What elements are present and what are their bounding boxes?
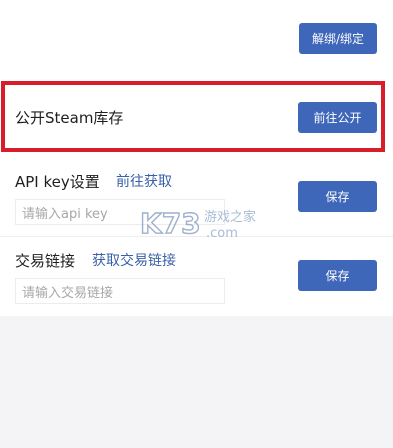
unbind-bind-button[interactable]: 解绑/绑定 xyxy=(299,23,377,54)
trade-link-label: 交易链接 xyxy=(15,252,76,270)
highlight-box xyxy=(1,81,385,152)
k73-watermark-logo: K73 游戏之家 .com xyxy=(140,206,256,241)
get-api-key-link[interactable]: 前往获取 xyxy=(116,171,172,191)
save-api-key-button[interactable]: 保存 xyxy=(298,181,377,212)
save-trade-link-button[interactable]: 保存 xyxy=(298,260,377,291)
watermark-site-text: 游戏之家 xyxy=(204,209,256,225)
trade-link-input[interactable]: 请输入交易链接 xyxy=(15,278,225,304)
watermark-domain-text: .com xyxy=(206,226,238,241)
watermark-logo-text: K73 xyxy=(140,207,201,240)
api-key-label: API key设置 xyxy=(15,173,100,191)
get-trade-link-link[interactable]: 获取交易链接 xyxy=(92,250,176,270)
